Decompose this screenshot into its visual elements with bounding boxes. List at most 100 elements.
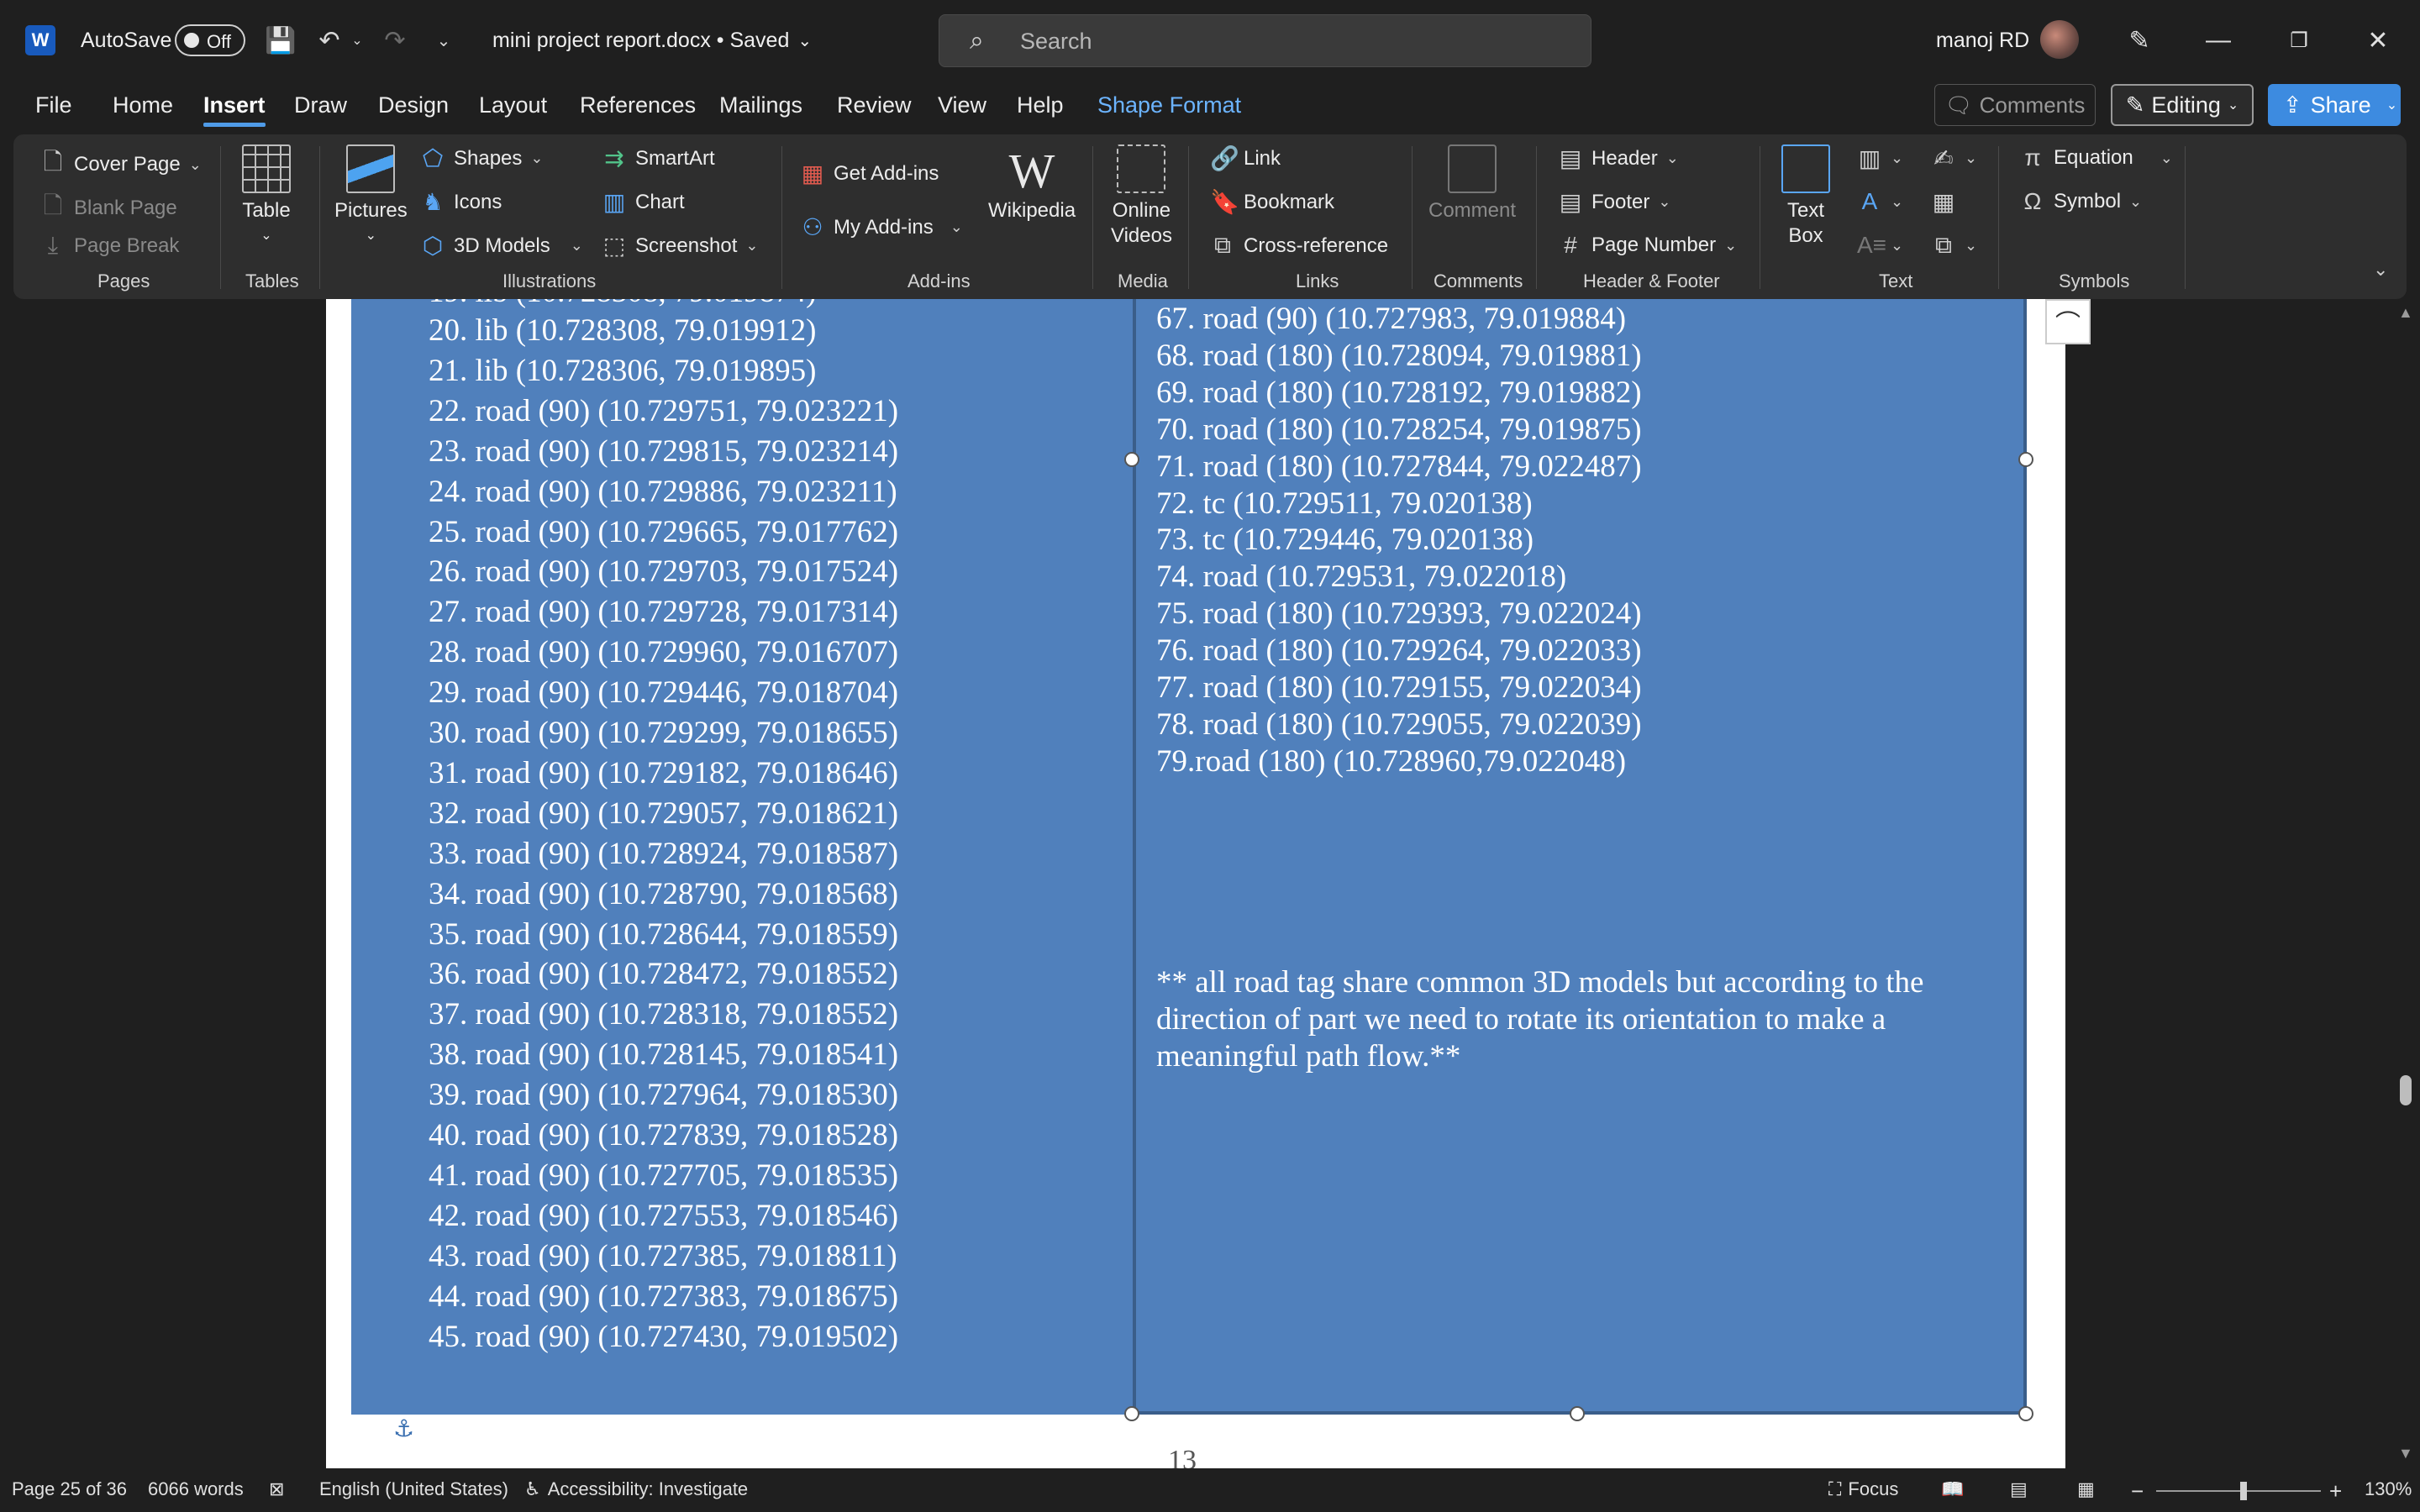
equation-button[interactable]: π Equation ⌄ (2020, 144, 2173, 171)
language[interactable]: English (United States) (319, 1478, 508, 1500)
tab-file[interactable]: File (35, 92, 72, 118)
resize-handle[interactable] (1124, 452, 1139, 467)
screenshot-button[interactable]: ⬚ Screenshot ⌄ (602, 232, 759, 260)
list-item: 70. road (180) (10.728254, 79.019875) (1156, 412, 1642, 447)
signature-line-button[interactable]: ✍ ⌄ (1931, 144, 1977, 172)
document-title[interactable]: mini project report.docx • Saved ⌄ (492, 24, 812, 57)
accessibility-button[interactable]: ♿ Accessibility: Investigate (524, 1478, 748, 1500)
tab-home[interactable]: Home (113, 92, 173, 118)
icons-label: Icons (454, 190, 502, 213)
undo-icon[interactable]: ↶ (313, 24, 346, 57)
focus-button[interactable]: ⛶ Focus (1828, 1478, 1898, 1500)
footer-label: Footer (1591, 190, 1650, 213)
page-break-label: Page Break (74, 234, 180, 257)
shapes-button[interactable]: ⬠ Shapes ⌄ (420, 144, 544, 172)
pictures-button[interactable]: Pictures ⌄ (334, 144, 408, 249)
tab-shape-format[interactable]: Shape Format (1097, 92, 1241, 118)
cross-reference-button[interactable]: ⧉ Cross-reference (1210, 232, 1388, 260)
zoom-in-icon[interactable]: + (2329, 1478, 2342, 1504)
group-label-pages: Pages (97, 270, 150, 291)
link-button[interactable]: 🔗 Link (1210, 144, 1281, 172)
online-videos-button[interactable]: Online Videos (1111, 144, 1172, 249)
proofing-icon[interactable]: ⊠ (269, 1478, 284, 1500)
close-icon[interactable]: ✕ (2353, 20, 2403, 60)
read-mode-icon[interactable]: 📖 (1941, 1478, 1964, 1500)
blank-page-label: Blank Page (74, 197, 177, 219)
restore-icon[interactable]: ❐ (2274, 20, 2324, 60)
tab-layout[interactable]: Layout (479, 92, 547, 118)
get-add-ins-button[interactable]: ▦ Get Add-ins (800, 160, 939, 187)
new-comment-button[interactable]: Comment (1428, 144, 1516, 223)
resize-handle[interactable] (2018, 1406, 2033, 1421)
3d-models-button[interactable]: ⬡ 3D Models ⌄ (420, 232, 583, 260)
icons-icon: ♞ (422, 189, 444, 215)
scroll-down-icon[interactable]: ▼ (2398, 1445, 2413, 1462)
drop-cap-button[interactable]: A≡ ⌄ (1857, 232, 1903, 259)
autosave-toggle[interactable]: Off (175, 24, 245, 56)
avatar[interactable] (2040, 20, 2079, 59)
road-note-paragraph[interactable]: ** all road tag share common 3D models b… (1156, 964, 1996, 1075)
tab-draw[interactable]: Draw (294, 92, 347, 118)
collapse-ribbon-button[interactable]: ⌄ (2373, 259, 2388, 281)
text-box-left[interactable]: 19. lib (10.728308, 79.019874) 20. lib (… (351, 299, 1133, 1415)
blank-page-icon: 🗋 (43, 192, 63, 218)
scrollbar-thumb[interactable] (2400, 1075, 2412, 1105)
user-name[interactable]: manoj RD (1936, 24, 2029, 57)
zoom-slider-thumb[interactable] (2240, 1482, 2247, 1500)
group-label-media: Media (1118, 270, 1168, 291)
search-input[interactable]: ⌕ Search (939, 14, 1591, 67)
tab-view[interactable]: View (938, 92, 986, 118)
icons-button[interactable]: ♞ Icons (420, 188, 502, 216)
chart-button[interactable]: ▥ Chart (602, 188, 685, 216)
tab-references[interactable]: References (580, 92, 696, 118)
word-count[interactable]: 6066 words (148, 1478, 244, 1500)
date-time-button[interactable]: ▦ (1931, 188, 1956, 216)
redo-icon[interactable]: ↷ (378, 24, 412, 57)
footer-button[interactable]: ▤ Footer ⌄ (1558, 188, 1671, 216)
wordart-button[interactable]: A ⌄ (1857, 188, 1903, 215)
save-icon[interactable]: 💾 (264, 24, 297, 57)
tab-help[interactable]: Help (1017, 92, 1064, 118)
text-box-button[interactable]: Text Box (1781, 144, 1830, 249)
page-break-button[interactable]: ⤓ Page Break (40, 232, 180, 260)
list-item: 22. road (90) (10.729751, 79.023221) (429, 393, 899, 428)
tab-mailings[interactable]: Mailings (719, 92, 802, 118)
undo-dropdown-icon[interactable]: ⌄ (346, 24, 368, 57)
page-count[interactable]: Page 25 of 36 (12, 1478, 127, 1500)
group-label-tables: Tables (245, 270, 299, 291)
share-button[interactable]: ⇪ Share ⌄ (2268, 84, 2401, 126)
tab-insert[interactable]: Insert (203, 92, 266, 127)
wikipedia-button[interactable]: W Wikipedia (988, 144, 1076, 223)
pen-icon[interactable]: ✎ (2114, 20, 2165, 60)
comments-button[interactable]: 🗨 Comments (1934, 84, 2096, 126)
vertical-scrollbar[interactable]: ▲ ▼ (2393, 299, 2420, 1468)
header-button[interactable]: ▤ Header ⌄ (1558, 144, 1679, 172)
text-box-right-selected[interactable]: 67. road (90) (10.727983, 79.019884) 68. … (1133, 299, 2027, 1415)
tab-design[interactable]: Design (378, 92, 449, 118)
zoom-slider[interactable] (2156, 1490, 2321, 1492)
minimize-icon[interactable]: — (2193, 20, 2244, 60)
resize-handle[interactable] (2018, 452, 2033, 467)
smartart-button[interactable]: ⇉ SmartArt (602, 144, 714, 172)
symbol-button[interactable]: Ω Symbol ⌄ (2020, 188, 2143, 215)
layout-options-icon[interactable]: ⌒ (2045, 299, 2091, 344)
resize-handle[interactable] (1124, 1406, 1139, 1421)
cover-page-button[interactable]: 🗋 Cover Page ⌄ (40, 144, 202, 185)
table-button[interactable]: Table ⌄ (242, 144, 291, 249)
page-number-icon: # (1564, 232, 1577, 258)
my-add-ins-button[interactable]: ⚇ My Add-ins ⌄ (800, 213, 962, 241)
editing-button[interactable]: ✎ Editing ⌄ (2111, 84, 2254, 126)
print-layout-icon[interactable]: ▤ (2010, 1478, 2028, 1500)
web-layout-icon[interactable]: ▦ (2077, 1478, 2095, 1500)
scroll-up-icon[interactable]: ▲ (2398, 304, 2413, 322)
blank-page-button[interactable]: 🗋 Blank Page (40, 188, 177, 228)
page-number-button[interactable]: # Page Number ⌄ (1558, 232, 1737, 259)
quick-parts-button[interactable]: ▥ ⌄ (1857, 144, 1903, 172)
bookmark-button[interactable]: 🔖 Bookmark (1210, 188, 1334, 216)
zoom-level[interactable]: 130% (2365, 1478, 2412, 1500)
tab-review[interactable]: Review (837, 92, 912, 118)
zoom-out-icon[interactable]: − (2131, 1478, 2144, 1504)
customize-qat-icon[interactable]: ⌄ (427, 24, 460, 57)
resize-handle[interactable] (1570, 1406, 1585, 1421)
object-button[interactable]: ⧉ ⌄ (1931, 232, 1977, 260)
